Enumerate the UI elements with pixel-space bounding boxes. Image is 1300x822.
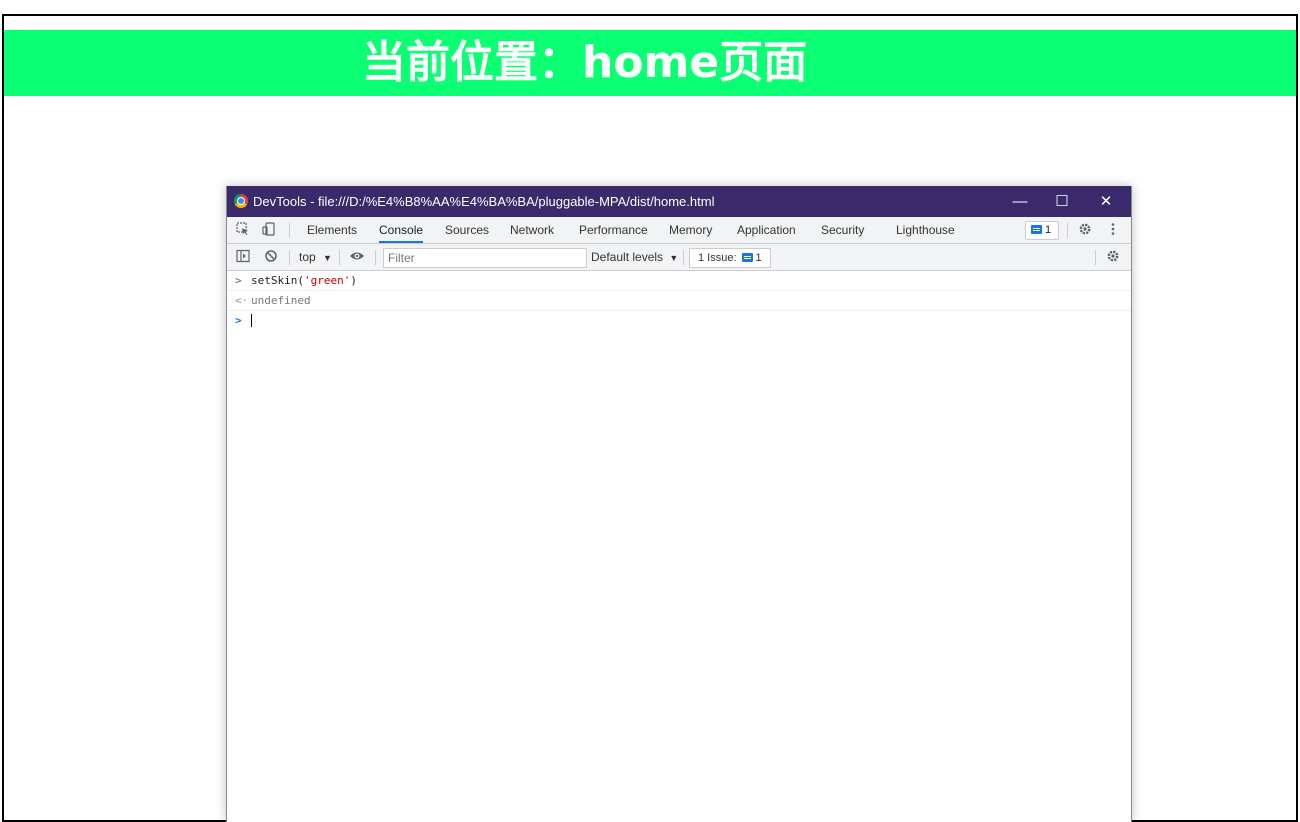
live-expression-eye-icon[interactable] [349,249,365,265]
minimize-button[interactable]: — [997,186,1043,217]
context-value: top [299,250,316,264]
issues-label: 1 Issue: [698,252,737,264]
dropdown-arrow-icon: ▼ [323,253,332,263]
banner-title: 当前位置：home页面 [362,37,808,88]
issues-count: 1 [755,252,762,264]
issues-button[interactable]: 1 Issue: 1 [689,248,771,268]
toolbar-divider [375,250,376,265]
inspect-element-icon[interactable] [235,222,251,238]
chrome-logo-icon [234,194,248,208]
message-icon [1031,224,1042,234]
toolbar-divider [1067,223,1068,238]
log-levels-dropdown[interactable]: Default levels ▼ [591,244,678,271]
console-toolbar: top ▼ Default levels ▼ 1 Issue: 1 [227,244,1131,271]
message-icon [741,252,753,262]
console-entry: <· undefined [227,291,1131,311]
tab-network[interactable]: Network [510,217,554,243]
log-levels-label: Default levels [591,250,664,264]
dropdown-arrow-icon: ▼ [669,253,679,263]
context-selector[interactable]: top ▼ [299,244,332,271]
active-prompt-icon: > [235,314,242,327]
console-entry: > setSkin('green') [227,271,1131,291]
text-caret [251,314,252,327]
tab-security[interactable]: Security [821,217,864,243]
tab-performance[interactable]: Performance [579,217,648,243]
issues-counter-button[interactable]: 1 [1025,221,1059,240]
maximize-button[interactable]: ☐ [1039,186,1085,217]
tab-lighthouse[interactable]: Lighthouse [896,217,955,243]
toolbar-divider [289,250,290,265]
toolbar-divider [1095,250,1096,265]
settings-gear-icon[interactable] [1077,222,1093,238]
issues-counter-value: 1 [1045,224,1052,236]
location-banner: 当前位置：home页面 [4,30,1296,96]
tab-sources[interactable]: Sources [445,217,489,243]
input-prompt-icon: > [235,274,242,287]
toolbar-divider [683,250,684,265]
tab-memory[interactable]: Memory [669,217,712,243]
sidebar-toggle-icon[interactable] [235,249,251,265]
toolbar-divider [339,250,340,265]
tab-elements[interactable]: Elements [307,217,357,243]
tab-application[interactable]: Application [737,217,796,243]
window-title: DevTools - file:///D:/%E4%B8%AA%E4%BA%BA… [253,194,715,209]
device-toolbar-icon[interactable] [261,222,277,238]
clear-console-icon[interactable] [263,249,279,265]
filter-input[interactable] [383,248,587,268]
toolbar-divider [289,223,290,238]
console-settings-gear-icon[interactable] [1105,249,1121,265]
console-input-text: setSkin('green') [251,274,357,287]
panel-tabbar: Elements Console Sources Network Perform… [227,217,1131,244]
console-output[interactable]: > setSkin('green') <· undefined > [227,271,1131,330]
tab-console[interactable]: Console [379,217,424,243]
console-result-text: undefined [251,294,311,307]
more-options-icon[interactable] [1105,222,1121,238]
close-button[interactable]: ✕ [1083,186,1129,217]
console-prompt-line[interactable]: > [227,311,1131,330]
devtools-window: DevTools - file:///D:/%E4%B8%AA%E4%BA%BA… [226,186,1132,822]
window-titlebar[interactable]: DevTools - file:///D:/%E4%B8%AA%E4%BA%BA… [227,186,1131,217]
result-arrow-icon: <· [235,294,249,307]
